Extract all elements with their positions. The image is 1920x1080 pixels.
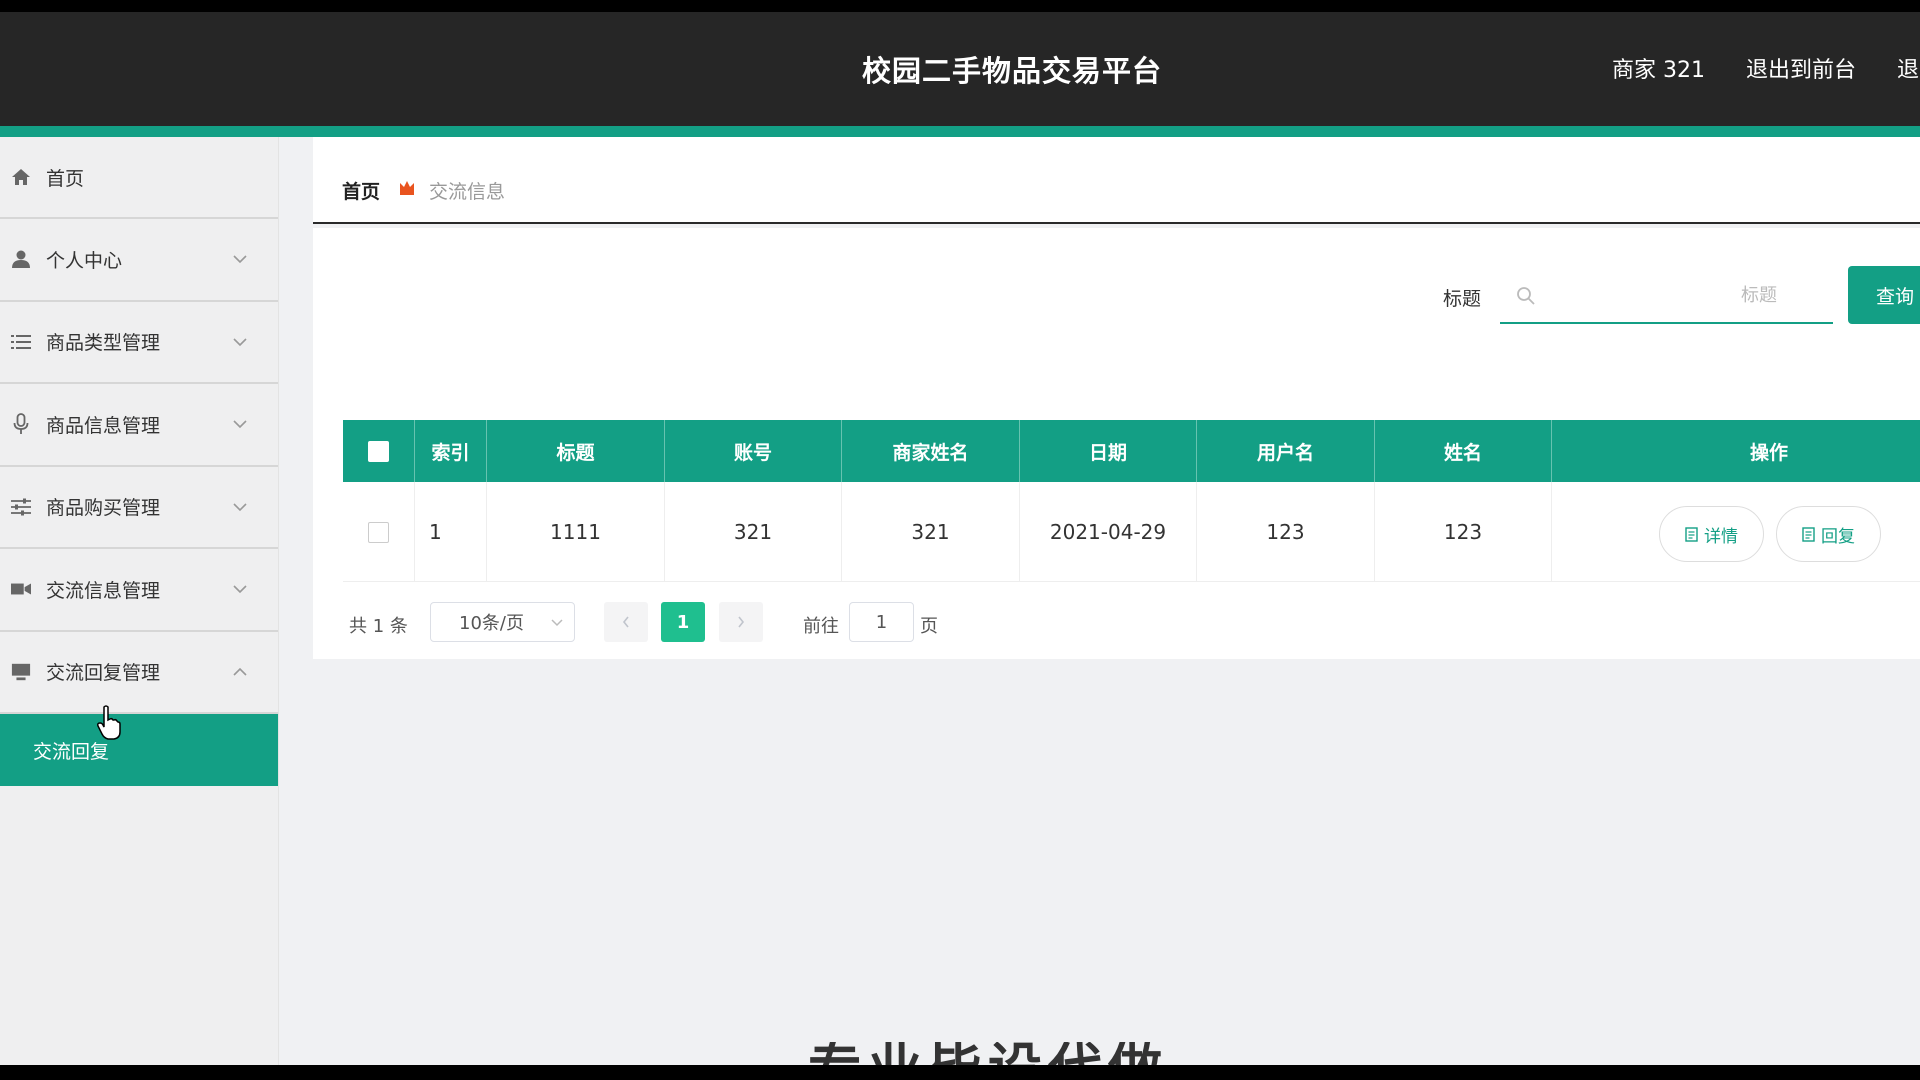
sidebar-subitem-reply[interactable]: 交流回复 xyxy=(0,714,278,786)
table-header: 索引 标题 账号 商家姓名 日期 用户名 姓名 操作 xyxy=(343,420,1920,482)
page-size-select[interactable]: 10条/页 xyxy=(430,602,575,642)
detail-button-label: 详情 xyxy=(1704,526,1738,547)
logout-link[interactable]: 退出登录 xyxy=(1897,58,1920,83)
page-suffix-label: 页 xyxy=(920,616,938,637)
breadcrumb-home[interactable]: 首页 xyxy=(342,177,380,204)
sidebar-item-label: 个人中心 xyxy=(46,249,123,272)
sidebar-item-goods-info-manage[interactable]: 商品信息管理 xyxy=(0,384,278,467)
sidebar-item-label: 商品购买管理 xyxy=(46,497,161,520)
sidebar-item-category-manage[interactable]: 商品类型管理 xyxy=(0,302,278,384)
col-merchant-name: 商家姓名 xyxy=(842,420,1020,482)
microphone-icon xyxy=(11,413,31,435)
sidebar-item-label: 商品类型管理 xyxy=(46,332,161,355)
cell-username: 123 xyxy=(1197,482,1375,582)
chevron-left-icon xyxy=(622,616,629,628)
col-title: 标题 xyxy=(487,420,665,482)
sidebar-item-reply-manage[interactable]: 交流回复管理 xyxy=(0,632,278,714)
sidebar-item-label: 交流回复管理 xyxy=(46,662,161,685)
user-icon xyxy=(11,249,31,269)
chevron-down-icon xyxy=(233,255,247,264)
sidebar-item-personal-center[interactable]: 个人中心 xyxy=(0,219,278,302)
app-frame: 校园二手物品交易平台 商家 321 退出到前台 退出登录 首页 个人中心 商品类 xyxy=(0,12,1920,1065)
cell-date: 2021-04-29 xyxy=(1020,482,1197,582)
col-actions: 操作 xyxy=(1749,441,1788,464)
current-user-label: 商家 321 xyxy=(1612,58,1705,83)
row-checkbox[interactable] xyxy=(368,521,389,543)
document-icon xyxy=(1802,526,1815,542)
select-all-cell xyxy=(343,420,415,482)
search-label: 标题 xyxy=(1443,288,1482,310)
chevron-down-icon xyxy=(551,619,563,627)
sidebar-item-label: 商品信息管理 xyxy=(46,414,161,437)
sliders-icon xyxy=(11,497,31,517)
page-size-value: 10条/页 xyxy=(459,613,524,634)
exit-to-front-link[interactable]: 退出到前台 xyxy=(1746,58,1856,83)
list-icon xyxy=(11,332,31,352)
goto-label: 前往 xyxy=(803,616,839,637)
chevron-up-icon xyxy=(233,667,247,676)
goto-page-input[interactable] xyxy=(849,602,914,642)
chevron-right-icon xyxy=(738,616,745,628)
chevron-down-icon xyxy=(233,420,247,429)
header-accent-stripe xyxy=(0,126,1920,137)
cell-name: 123 xyxy=(1375,482,1552,582)
pagination: 共 1 条 10条/页 1 前往 页 xyxy=(313,602,1213,642)
cell-account: 321 xyxy=(665,482,842,582)
col-index: 索引 xyxy=(415,420,487,482)
table-row: 1 1111 321 321 2021-04-29 123 123 详情 回复 xyxy=(343,482,1920,582)
col-name: 姓名 xyxy=(1375,420,1552,482)
breadcrumb-current: 交流信息 xyxy=(429,181,506,203)
video-icon xyxy=(11,579,31,599)
sidebar: 首页 个人中心 商品类型管理 商品信息管理 商品购买管理 交流信息管理 交流回复… xyxy=(0,137,279,1065)
next-page-button[interactable] xyxy=(719,602,763,642)
select-all-checkbox[interactable] xyxy=(368,440,389,462)
page-number-current[interactable]: 1 xyxy=(661,602,705,642)
top-header: 校园二手物品交易平台 商家 321 退出到前台 退出登录 xyxy=(0,12,1920,126)
hand-cursor-icon xyxy=(97,705,121,740)
col-account: 账号 xyxy=(665,420,842,482)
cell-merchant-name: 321 xyxy=(842,482,1020,582)
search-icon xyxy=(1517,287,1535,305)
total-count: 共 1 条 xyxy=(349,616,408,637)
sidebar-item-label: 首页 xyxy=(46,167,85,190)
cell-title: 1111 xyxy=(487,482,665,582)
sidebar-item-label: 交流信息管理 xyxy=(46,579,161,602)
header-actions: 商家 321 退出到前台 退出登录 xyxy=(1612,52,1920,84)
breadcrumb: 首页 交流信息 xyxy=(313,137,1920,224)
query-button[interactable]: 查询 xyxy=(1848,266,1920,324)
chevron-down-icon xyxy=(233,585,247,594)
cell-actions: 详情 回复 xyxy=(1552,482,1920,582)
overlay-watermark-text: 专业毕设代做 xyxy=(808,1042,1408,1065)
reply-button[interactable]: 回复 xyxy=(1776,506,1881,562)
chevron-down-icon xyxy=(233,338,247,346)
detail-button[interactable]: 详情 xyxy=(1659,506,1764,562)
col-username: 用户名 xyxy=(1197,420,1375,482)
monitor-icon xyxy=(11,662,31,682)
row-select-cell xyxy=(343,482,415,582)
prev-page-button[interactable] xyxy=(604,602,648,642)
reply-button-label: 回复 xyxy=(1821,526,1855,547)
search-box xyxy=(1500,266,1833,324)
chevron-down-icon xyxy=(233,503,247,511)
home-icon xyxy=(11,167,31,187)
title-search-input[interactable] xyxy=(1548,276,1823,314)
col-date: 日期 xyxy=(1020,420,1197,482)
sidebar-item-exchange-info-manage[interactable]: 交流信息管理 xyxy=(0,549,278,632)
sidebar-item-purchase-manage[interactable]: 商品购买管理 xyxy=(0,467,278,549)
bookmark-icon xyxy=(400,181,414,195)
content-panel: 标题 查询 索引 标题 账号 商家姓名 日期 用户名 姓名 操作 xyxy=(313,228,1920,659)
sidebar-item-home[interactable]: 首页 xyxy=(0,137,278,219)
document-icon xyxy=(1685,526,1698,542)
cell-index: 1 xyxy=(415,482,487,582)
